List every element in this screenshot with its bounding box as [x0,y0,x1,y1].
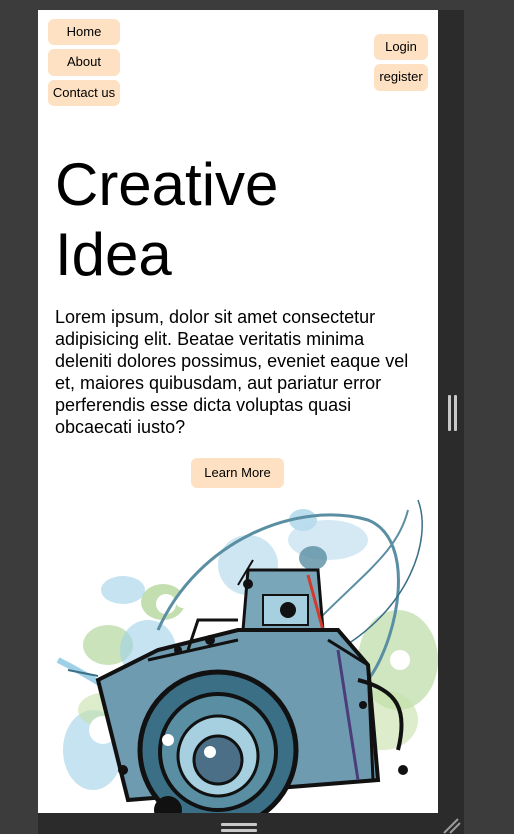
hero-title-line-2: Idea [55,221,172,288]
resize-handle-top-bar[interactable] [221,823,257,826]
nav-about-button[interactable]: About [48,49,120,76]
viewport-side-panel [438,10,464,813]
resize-handle-left-bar[interactable] [448,395,451,431]
page-viewport: Home About Contact us Login register Cre… [38,10,438,813]
login-button[interactable]: Login [374,34,428,60]
nav-contact-button[interactable]: Contact us [48,80,120,106]
hero-paragraph: Lorem ipsum, dolor sit amet consectetur … [55,307,409,437]
resize-handle-right-bar[interactable] [454,395,457,431]
resize-handle-bottom-bar[interactable] [221,829,257,832]
camera-sketch-illustration [56,499,438,813]
nav-home-button[interactable]: Home [48,19,120,45]
hero-title-line-1: Creative [55,151,279,218]
hero-title: Creative Idea [55,150,278,290]
resize-corner-icon[interactable] [442,818,462,834]
register-button[interactable]: register [374,64,428,91]
